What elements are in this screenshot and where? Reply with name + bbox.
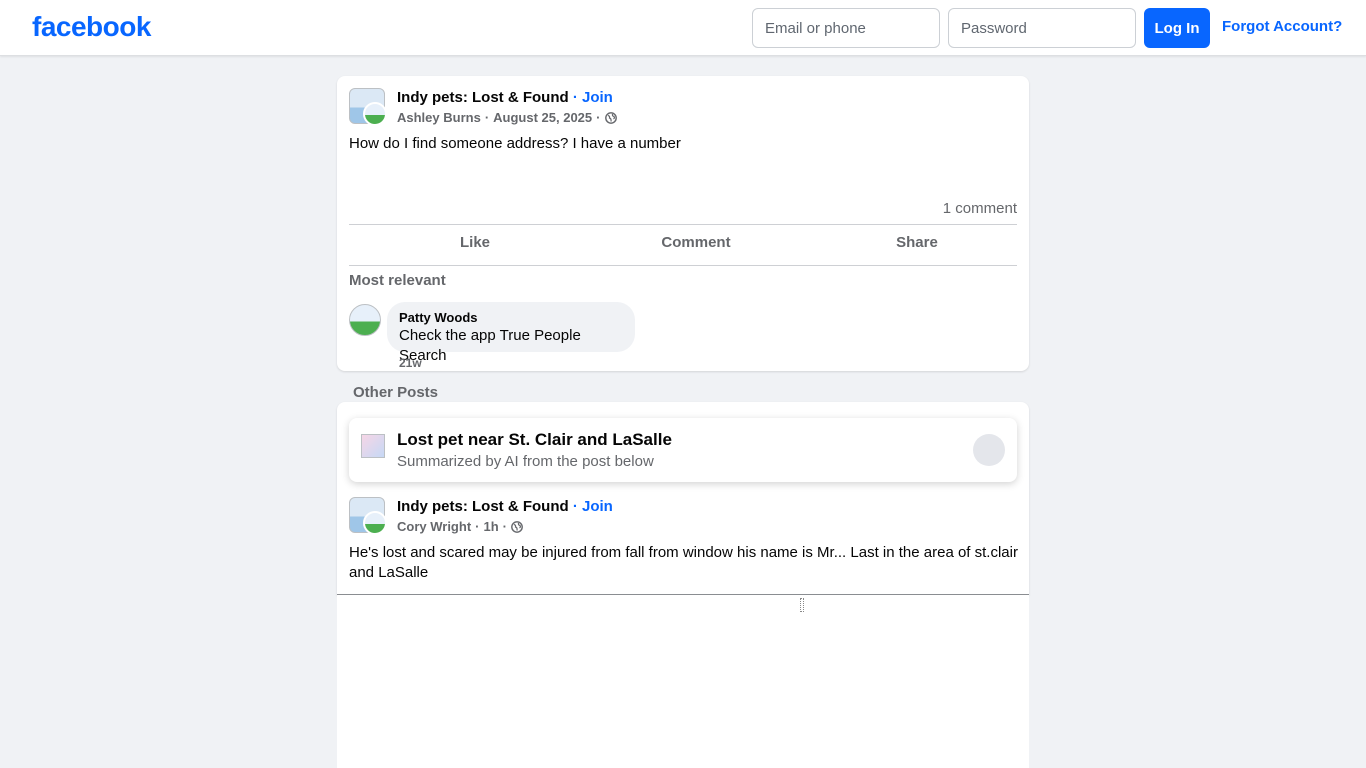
- top-navigation-bar: facebook Log In Forgot Account?: [0, 0, 1366, 56]
- post-date[interactable]: August 25, 2025: [493, 110, 592, 125]
- ai-summary-subtitle: Summarized by AI from the post below: [397, 453, 654, 470]
- post-time[interactable]: 1h: [484, 519, 499, 534]
- post-group-header: Indy pets: Lost & Found · Join: [397, 498, 613, 515]
- comment-time[interactable]: 21w: [399, 356, 422, 370]
- post-media-area[interactable]: [337, 594, 1029, 768]
- post-card: Lost pet near St. Clair and LaSalle Summ…: [337, 402, 1029, 595]
- comment-text: Check the app True People Search: [399, 327, 581, 364]
- comment-author[interactable]: Patty Woods: [399, 310, 623, 326]
- post-meta: Cory Wright · 1h ·: [397, 519, 523, 534]
- post-author[interactable]: Ashley Burns: [397, 110, 481, 125]
- comment-sort-label[interactable]: Most relevant: [349, 272, 446, 289]
- comment-button[interactable]: Comment: [585, 234, 807, 254]
- like-button[interactable]: Like: [349, 234, 601, 254]
- comment-bubble: Patty Woods Check the app True People Se…: [387, 302, 635, 364]
- forgot-account-link[interactable]: Forgot Account?: [1222, 18, 1342, 35]
- group-name-link[interactable]: Indy pets: Lost & Found: [397, 89, 569, 106]
- ai-summary-toggle-button[interactable]: [973, 434, 1005, 466]
- divider: [349, 265, 1017, 266]
- post-body-text: How do I find someone address? I have a …: [349, 135, 681, 152]
- text-cursor-icon: [800, 598, 804, 612]
- facebook-logo[interactable]: facebook: [32, 11, 151, 43]
- post-body-text: He's lost and scared may be injured from…: [349, 544, 1018, 581]
- other-posts-heading: Other Posts: [353, 384, 439, 401]
- separator-dot: ·: [568, 498, 582, 515]
- meta-separator: ·: [484, 110, 490, 125]
- avatar[interactable]: [349, 304, 381, 336]
- post-author[interactable]: Cory Wright: [397, 519, 471, 534]
- join-group-link[interactable]: Join: [582, 498, 613, 515]
- meta-separator: ·: [502, 519, 508, 534]
- share-button[interactable]: Share: [807, 234, 1027, 254]
- login-button[interactable]: Log In: [1144, 8, 1210, 48]
- group-avatar-icon[interactable]: [349, 88, 387, 126]
- meta-separator: ·: [475, 519, 480, 534]
- globe-icon: [511, 520, 523, 533]
- globe-icon: [604, 111, 617, 124]
- comment-count[interactable]: 1 comment: [943, 200, 1017, 217]
- group-name-link[interactable]: Indy pets: Lost & Found: [397, 498, 569, 515]
- ai-summary-title: Lost pet near St. Clair and LaSalle: [397, 430, 672, 449]
- divider: [349, 224, 1017, 225]
- ai-summary-card[interactable]: Lost pet near St. Clair and LaSalle Summ…: [349, 418, 1017, 482]
- join-group-link[interactable]: Join: [582, 89, 613, 106]
- group-avatar-icon[interactable]: [349, 497, 387, 535]
- email-field[interactable]: [752, 8, 940, 48]
- post-card: Indy pets: Lost & Found · Join Ashley Bu…: [337, 76, 1029, 371]
- post-group-header: Indy pets: Lost & Found · Join: [397, 89, 613, 106]
- post-meta: Ashley Burns · August 25, 2025 ·: [397, 110, 617, 125]
- meta-separator: ·: [596, 110, 601, 125]
- ai-summary-icon: [361, 434, 385, 458]
- password-field[interactable]: [948, 8, 1136, 48]
- separator-dot: ·: [568, 89, 582, 106]
